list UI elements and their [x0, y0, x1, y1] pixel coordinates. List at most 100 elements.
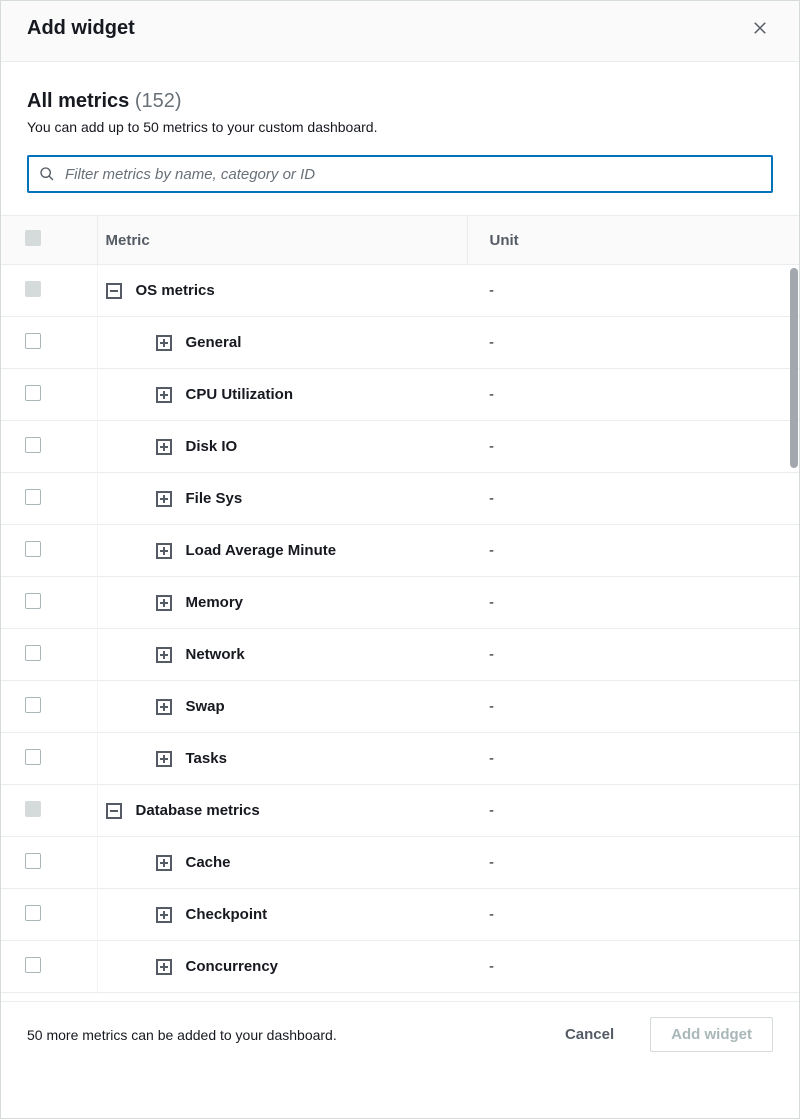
unit-value: -: [467, 629, 799, 681]
expand-icon[interactable]: [156, 543, 172, 559]
row-checkbox[interactable]: [25, 905, 41, 921]
table-row: File Sys -: [1, 473, 799, 525]
metric-label[interactable]: Disk IO: [186, 438, 238, 455]
table-row: Checkpoint-: [1, 889, 799, 941]
column-header-tree: [55, 216, 97, 265]
modal-header: Add widget: [1, 1, 799, 62]
tree-guide: [55, 473, 97, 525]
row-checkbox[interactable]: [25, 281, 41, 297]
metric-label[interactable]: Swap: [186, 698, 225, 715]
metric-label[interactable]: Checkpoint: [186, 906, 268, 923]
section-title: All metrics (152): [27, 90, 773, 113]
row-checkbox[interactable]: [25, 437, 41, 453]
row-checkbox[interactable]: [25, 645, 41, 661]
row-checkbox[interactable]: [25, 541, 41, 557]
modal-footer: 50 more metrics can be added to your das…: [1, 1001, 799, 1067]
metric-label[interactable]: General: [186, 334, 242, 351]
unit-value: -: [467, 941, 799, 993]
tree-guide: [55, 681, 97, 733]
expand-icon[interactable]: [156, 647, 172, 663]
unit-value: -: [467, 473, 799, 525]
unit-value: -: [467, 421, 799, 473]
column-header-unit[interactable]: Unit: [467, 216, 799, 265]
metric-label[interactable]: Tasks: [186, 750, 227, 767]
close-button[interactable]: [747, 15, 773, 41]
row-checkbox[interactable]: [25, 489, 41, 505]
tree-guide: [55, 317, 97, 369]
metric-label[interactable]: OS metrics: [136, 282, 215, 299]
expand-icon[interactable]: [156, 387, 172, 403]
tree-guide: [55, 941, 97, 993]
expand-icon[interactable]: [156, 491, 172, 507]
expand-icon[interactable]: [156, 751, 172, 767]
metric-label[interactable]: Network: [186, 646, 245, 663]
cancel-button[interactable]: Cancel: [545, 1018, 634, 1051]
table-row: CPU Utilization -: [1, 369, 799, 421]
collapse-icon[interactable]: [106, 283, 122, 299]
unit-value: -: [467, 785, 799, 837]
metrics-table: Metric Unit OS metrics-General-CPU Utili…: [1, 216, 799, 993]
unit-value: -: [467, 577, 799, 629]
metrics-table-scroll[interactable]: Metric Unit OS metrics-General-CPU Utili…: [1, 216, 799, 1001]
tree-guide: [55, 785, 97, 837]
row-checkbox[interactable]: [25, 385, 41, 401]
table-row: Concurrency -: [1, 941, 799, 993]
tree-guide: [55, 733, 97, 785]
collapse-icon[interactable]: [106, 803, 122, 819]
table-row: Database metrics -: [1, 785, 799, 837]
modal-title: Add widget: [27, 17, 135, 40]
column-header-metric[interactable]: Metric: [97, 216, 467, 265]
search-icon: [39, 166, 55, 182]
tree-guide: [55, 837, 97, 889]
tree-guide: [55, 369, 97, 421]
expand-icon[interactable]: [156, 595, 172, 611]
table-row: Network -: [1, 629, 799, 681]
tree-guide: [55, 265, 97, 317]
expand-icon[interactable]: [156, 335, 172, 351]
section-count: (152): [135, 90, 182, 112]
table-row: OS metrics-: [1, 265, 799, 317]
expand-icon[interactable]: [156, 959, 172, 975]
metric-label[interactable]: File Sys: [186, 490, 243, 507]
section-header: All metrics (152) You can add up to 50 m…: [1, 62, 799, 155]
tree-guide: [55, 577, 97, 629]
table-row: General -: [1, 317, 799, 369]
select-all-checkbox[interactable]: [25, 230, 41, 246]
search-box[interactable]: [27, 155, 773, 193]
expand-icon[interactable]: [156, 439, 172, 455]
tree-guide: [55, 525, 97, 577]
section-description: You can add up to 50 metrics to your cus…: [27, 119, 773, 135]
close-icon: [751, 19, 769, 37]
unit-value: -: [467, 837, 799, 889]
metric-label[interactable]: Database metrics: [136, 802, 260, 819]
table-row: Disk IO -: [1, 421, 799, 473]
column-header-checkbox: [1, 216, 55, 265]
add-widget-button[interactable]: Add widget: [650, 1017, 773, 1052]
row-checkbox[interactable]: [25, 853, 41, 869]
metric-label[interactable]: Cache: [186, 854, 231, 871]
section-title-text: All metrics: [27, 90, 129, 112]
unit-value: -: [467, 525, 799, 577]
row-checkbox[interactable]: [25, 593, 41, 609]
expand-icon[interactable]: [156, 855, 172, 871]
row-checkbox[interactable]: [25, 697, 41, 713]
row-checkbox[interactable]: [25, 801, 41, 817]
unit-value: -: [467, 317, 799, 369]
metric-label[interactable]: Memory: [186, 594, 244, 611]
table-row: Cache -: [1, 837, 799, 889]
expand-icon[interactable]: [156, 699, 172, 715]
metric-label[interactable]: Load Average Minute: [186, 542, 337, 559]
unit-value: -: [467, 681, 799, 733]
tree-guide: [55, 629, 97, 681]
scrollbar-thumb[interactable]: [790, 268, 798, 468]
row-checkbox[interactable]: [25, 957, 41, 973]
row-checkbox[interactable]: [25, 333, 41, 349]
table-row: Memory -: [1, 577, 799, 629]
table-row: Load Average Minute -: [1, 525, 799, 577]
metric-label[interactable]: Concurrency: [186, 958, 279, 975]
expand-icon[interactable]: [156, 907, 172, 923]
search-input[interactable]: [55, 166, 761, 183]
row-checkbox[interactable]: [25, 749, 41, 765]
metric-label[interactable]: CPU Utilization: [186, 386, 294, 403]
unit-value: -: [467, 369, 799, 421]
